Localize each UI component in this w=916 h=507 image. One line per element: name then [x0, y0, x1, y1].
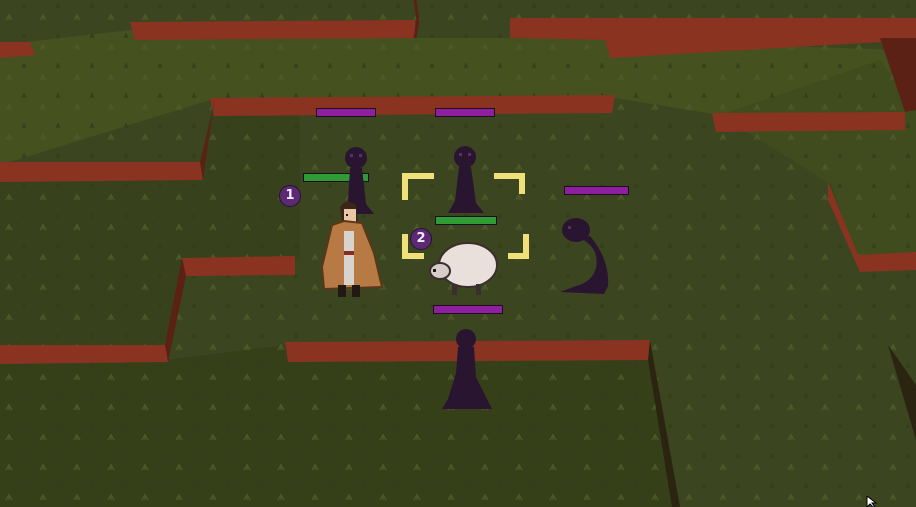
unit-number-badge: 1	[279, 185, 301, 207]
shadow-figure-icon[interactable]	[440, 327, 496, 411]
enemy-health-bar	[435, 108, 495, 117]
unit-number-badge: 2	[410, 228, 432, 250]
enemy-health-fill	[565, 187, 628, 194]
enemy-health-bar	[564, 186, 629, 195]
cloaked-hero-icon[interactable]	[318, 197, 384, 299]
sheep-icon[interactable]	[426, 238, 502, 298]
game-scene[interactable]: 1 2	[0, 0, 916, 507]
enemy-health-bar	[433, 305, 503, 314]
enemy-health-fill	[434, 306, 502, 313]
shadow-serpent-icon[interactable]	[556, 216, 612, 298]
mouse-cursor-icon	[866, 496, 878, 507]
enemy-health-bar	[316, 108, 376, 117]
enemy-health-fill	[436, 109, 494, 116]
enemy-health-fill	[317, 109, 375, 116]
